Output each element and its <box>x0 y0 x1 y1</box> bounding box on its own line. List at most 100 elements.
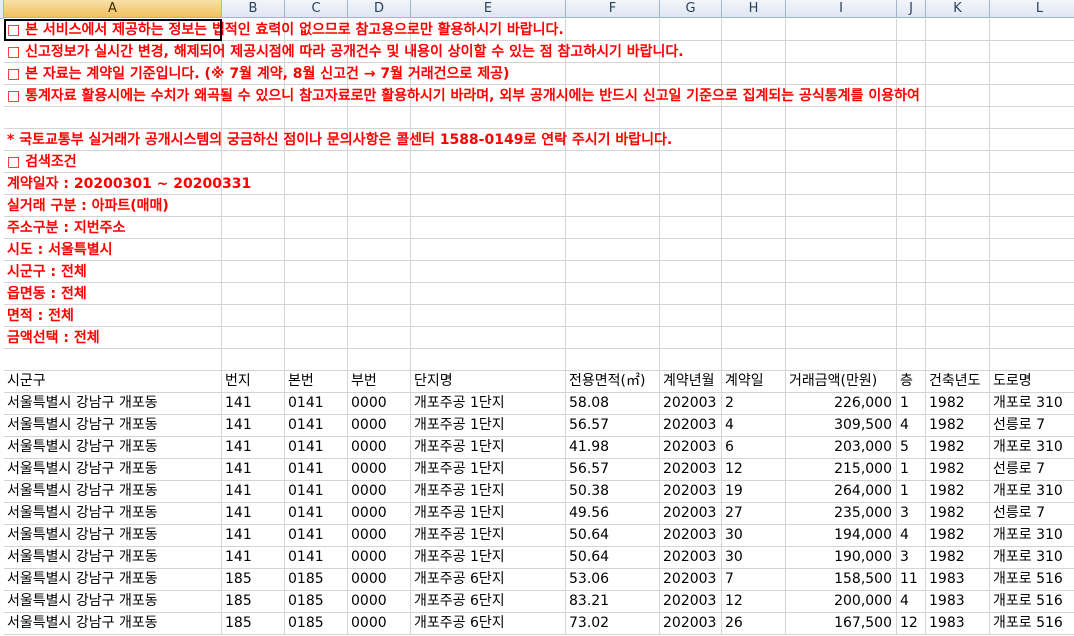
cell[interactable] <box>926 63 990 85</box>
cell[interactable] <box>285 283 348 305</box>
cell[interactable] <box>926 19 990 41</box>
table-cell[interactable]: 서울특별시 강남구 개포동 <box>4 547 222 569</box>
table-cell[interactable]: 1982 <box>926 503 990 525</box>
cell[interactable] <box>4 349 222 371</box>
table-cell[interactable]: 264,000 <box>786 481 897 503</box>
cell[interactable] <box>926 283 990 305</box>
cell[interactable] <box>222 107 285 129</box>
table-cell[interactable]: 215,000 <box>786 459 897 481</box>
table-cell[interactable]: 50.64 <box>566 547 660 569</box>
note-text[interactable]: □ 본 자료는 계약일 기준입니다. (※ 7월 계약, 8월 신고건 → 7월… <box>4 63 509 85</box>
table-cell[interactable]: 202003 <box>660 569 722 591</box>
table-cell[interactable]: 202003 <box>660 459 722 481</box>
cell[interactable] <box>660 327 722 349</box>
cell[interactable] <box>566 107 660 129</box>
table-cell[interactable]: 185 <box>222 613 285 635</box>
table-cell[interactable]: 1982 <box>926 459 990 481</box>
cell[interactable] <box>660 195 722 217</box>
table-cell[interactable]: 선릉로 7 <box>990 459 1074 481</box>
table-header-cell[interactable]: 건축년도 <box>926 371 990 393</box>
table-cell[interactable]: 0141 <box>285 481 348 503</box>
table-cell[interactable]: 49.56 <box>566 503 660 525</box>
table-cell[interactable]: 개포로 310 <box>990 525 1074 547</box>
cell[interactable] <box>660 63 722 85</box>
table-cell[interactable]: 158,500 <box>786 569 897 591</box>
cell[interactable] <box>722 283 786 305</box>
table-header-cell[interactable]: 계약일 <box>722 371 786 393</box>
table-cell[interactable]: 202003 <box>660 437 722 459</box>
table-cell[interactable]: 1982 <box>926 547 990 569</box>
table-cell[interactable]: 0185 <box>285 613 348 635</box>
table-cell[interactable]: 서울특별시 강남구 개포동 <box>4 481 222 503</box>
table-cell[interactable]: 202003 <box>660 591 722 613</box>
table-cell[interactable]: 개포주공 1단지 <box>411 481 566 503</box>
cell[interactable] <box>722 217 786 239</box>
cell[interactable] <box>990 41 1074 63</box>
cell[interactable] <box>990 151 1074 173</box>
cell[interactable] <box>722 173 786 195</box>
cell[interactable] <box>411 151 566 173</box>
table-cell[interactable]: 1982 <box>926 481 990 503</box>
cell[interactable] <box>897 327 926 349</box>
cell[interactable] <box>897 305 926 327</box>
cell[interactable] <box>660 349 722 371</box>
table-cell[interactable]: 0000 <box>348 481 411 503</box>
cell[interactable] <box>786 217 897 239</box>
cell[interactable] <box>990 85 1074 107</box>
cell[interactable] <box>990 129 1074 151</box>
note-text[interactable]: 금액선택 : 전체 <box>4 327 100 349</box>
cell[interactable] <box>897 349 926 371</box>
column-header-b[interactable]: B <box>222 0 285 18</box>
table-cell[interactable]: 4 <box>897 591 926 613</box>
table-header-cell[interactable]: 단지명 <box>411 371 566 393</box>
cell[interactable] <box>411 217 566 239</box>
cell[interactable] <box>786 327 897 349</box>
note-text[interactable]: 읍면동 : 전체 <box>4 283 87 305</box>
cell[interactable] <box>786 173 897 195</box>
cell[interactable] <box>722 19 786 41</box>
cell[interactable] <box>348 349 411 371</box>
cell[interactable] <box>411 261 566 283</box>
table-cell[interactable]: 1983 <box>926 569 990 591</box>
cell[interactable] <box>786 107 897 129</box>
cell[interactable] <box>348 305 411 327</box>
column-header-j[interactable]: J <box>897 0 926 18</box>
column-header-e[interactable]: E <box>411 0 566 18</box>
cell[interactable] <box>566 19 660 41</box>
cell[interactable] <box>348 239 411 261</box>
table-cell[interactable]: 190,000 <box>786 547 897 569</box>
note-text[interactable]: □ 본 서비스에서 제공하는 정보는 법적인 효력이 없으므로 참고용으로만 활… <box>4 19 564 41</box>
table-cell[interactable]: 0000 <box>348 569 411 591</box>
cell[interactable] <box>222 239 285 261</box>
table-cell[interactable]: 235,000 <box>786 503 897 525</box>
column-header-h[interactable]: H <box>722 0 786 18</box>
table-cell[interactable]: 27 <box>722 503 786 525</box>
table-cell[interactable]: 1982 <box>926 415 990 437</box>
table-cell[interactable]: 개포로 310 <box>990 437 1074 459</box>
cell[interactable] <box>566 349 660 371</box>
table-cell[interactable]: 0000 <box>348 547 411 569</box>
cell[interactable] <box>566 217 660 239</box>
table-cell[interactable]: 7 <box>722 569 786 591</box>
cell[interactable] <box>926 129 990 151</box>
cell[interactable] <box>926 217 990 239</box>
cell[interactable] <box>786 305 897 327</box>
cell[interactable] <box>285 151 348 173</box>
cell[interactable] <box>285 173 348 195</box>
table-cell[interactable]: 개포주공 6단지 <box>411 569 566 591</box>
cell[interactable] <box>285 107 348 129</box>
cell[interactable] <box>722 327 786 349</box>
cell[interactable] <box>786 195 897 217</box>
cell[interactable] <box>411 283 566 305</box>
cell[interactable] <box>786 239 897 261</box>
table-cell[interactable]: 서울특별시 강남구 개포동 <box>4 569 222 591</box>
cell[interactable] <box>566 173 660 195</box>
table-cell[interactable]: 서울특별시 강남구 개포동 <box>4 393 222 415</box>
table-cell[interactable]: 0000 <box>348 415 411 437</box>
cell[interactable] <box>786 19 897 41</box>
cell[interactable] <box>722 305 786 327</box>
table-cell[interactable]: 167,500 <box>786 613 897 635</box>
table-cell[interactable]: 1982 <box>926 437 990 459</box>
table-cell[interactable]: 58.08 <box>566 393 660 415</box>
table-cell[interactable]: 12 <box>722 591 786 613</box>
